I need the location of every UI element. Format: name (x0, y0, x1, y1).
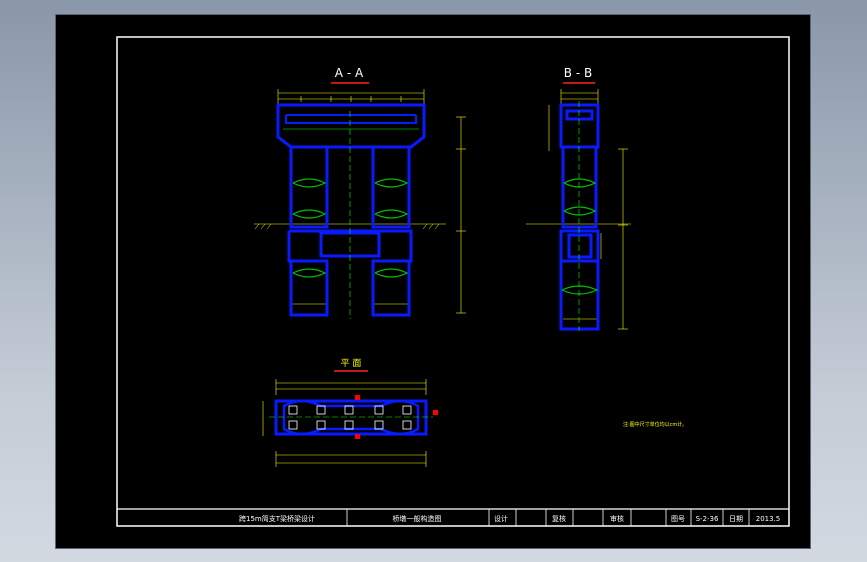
plan-view: 平 面 (262, 358, 438, 467)
review-label: 复核 (552, 514, 566, 523)
title-block: 跨15m简支T梁桥梁设计 桥墩一般构造图 设计 复核 审核 图号 S-2-36 … (239, 509, 780, 526)
drawing-name: 桥墩一般构造图 (393, 514, 442, 523)
cad-viewport[interactable]: A - A B - B 平 面 注:图中尺寸单位均以cm计。 跨15m简支T梁桥… (55, 14, 811, 549)
drawing-no: S-2-36 (696, 515, 719, 523)
project-title: 跨15m简支T梁桥梁设计 (239, 514, 315, 523)
section-bb-view: B - B (526, 66, 631, 331)
sheet-border (116, 36, 790, 527)
cad-drawing: A - A B - B 平 面 注:图中尺寸单位均以cm计。 跨15m简支T梁桥… (116, 36, 790, 527)
drawing-no-label: 图号 (671, 515, 685, 523)
plan-title: 平 面 (341, 358, 362, 369)
section-aa-view: A - A (254, 66, 466, 319)
date: 2013.5 (756, 515, 781, 523)
design-label: 设计 (494, 514, 508, 523)
bb-tie (559, 229, 600, 263)
section-aa-title: A - A (335, 66, 364, 80)
section-bb-title: B - B (564, 66, 592, 80)
bb-cap (559, 103, 600, 149)
drawing-note: 注:图中尺寸单位均以cm计。 (623, 421, 687, 428)
approve-label: 审核 (610, 514, 624, 523)
aa-cap-beam (276, 103, 426, 149)
date-label: 日期 (729, 515, 743, 523)
